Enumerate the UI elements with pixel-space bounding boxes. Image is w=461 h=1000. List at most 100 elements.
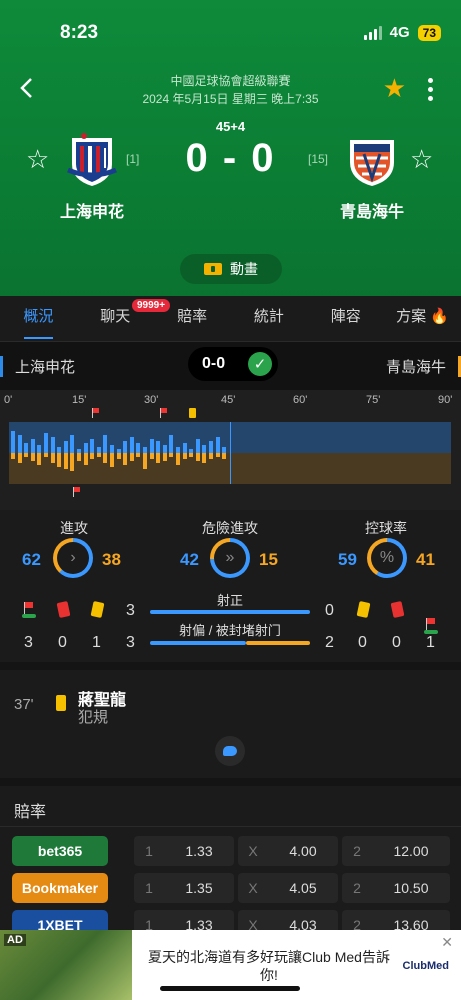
tab-stats[interactable]: 統計 xyxy=(230,296,307,341)
away-rank: [15] xyxy=(308,152,329,166)
away-on-target: 0 xyxy=(325,602,334,619)
momentum-bar-away xyxy=(96,453,101,457)
home-team-name[interactable]: 上海申花 xyxy=(32,198,152,222)
corner-flag-icon xyxy=(73,487,81,497)
possession-ring: % xyxy=(367,538,407,578)
chat-count-badge: 9999+ xyxy=(132,299,171,312)
timeline-tick: 90' xyxy=(438,394,453,406)
strip-away-team: 青島海牛 xyxy=(386,356,461,377)
ad-brand-logo: ClubMed xyxy=(402,960,449,972)
momentum-bar-away xyxy=(24,453,29,457)
momentum-bar-away xyxy=(116,453,121,459)
momentum-graph xyxy=(9,422,451,484)
momentum-bar-away xyxy=(30,453,35,461)
animation-button[interactable]: 動畫 xyxy=(180,254,282,284)
stat-possession-home: 59 xyxy=(338,550,357,569)
yellow-card-icon xyxy=(90,601,105,618)
yellow-card-icon xyxy=(56,695,66,711)
momentum-bar-home xyxy=(110,445,114,453)
momentum-bar-away xyxy=(182,453,187,459)
momentum-bar-home xyxy=(103,435,108,453)
tab-lineup[interactable]: 陣容 xyxy=(307,296,384,341)
status-indicators: 4G 73 xyxy=(363,24,441,41)
home-indicator[interactable] xyxy=(160,986,300,991)
momentum-bar-home xyxy=(202,445,207,453)
strip-score-pill: 0-0 ✓ xyxy=(188,347,278,381)
odds-draw-cell[interactable]: X 4.05 xyxy=(238,873,338,903)
momentum-bar-away xyxy=(149,453,154,459)
momentum-bar-away xyxy=(83,453,88,465)
event-list: 37' 蔣聖龍 犯規 xyxy=(0,670,461,778)
timeline-tick: 75' xyxy=(366,394,381,406)
momentum-bar-away xyxy=(143,453,147,469)
momentum-bar-away xyxy=(63,453,68,469)
corner-flag-icon xyxy=(160,408,168,418)
stat-danger-away: 15 xyxy=(259,550,278,569)
bookmaker-logo[interactable]: bet365 xyxy=(12,836,108,866)
more-icon[interactable] xyxy=(428,78,433,101)
odds-home-cell[interactable]: 1 1.33 xyxy=(134,836,234,866)
momentum-bar-home xyxy=(24,443,29,453)
on-target-bar xyxy=(150,610,310,614)
stat-attack-home: 62 xyxy=(22,550,41,569)
off-target-bar-home xyxy=(150,641,246,645)
odds-away-cell[interactable]: 2 10.50 xyxy=(342,873,450,903)
momentum-bar-home xyxy=(83,443,88,453)
momentum-bar-away xyxy=(169,453,174,457)
chevron-right-icon: › xyxy=(57,542,89,574)
home-corners: 3 xyxy=(24,634,33,651)
attack-ring: › xyxy=(53,538,93,578)
odds-title: 賠率 xyxy=(14,804,47,821)
away-follow-star-icon[interactable]: ☆ xyxy=(410,146,433,172)
momentum-bar-away xyxy=(156,453,161,463)
close-icon[interactable]: ✕ xyxy=(441,934,453,951)
stat-possession-label: 控球率 xyxy=(365,520,407,536)
momentum-bar-away xyxy=(77,453,81,461)
yellow-card-icon xyxy=(356,601,371,618)
momentum-bar-away xyxy=(44,453,48,457)
animation-label: 動畫 xyxy=(230,261,258,277)
odds-away-cell[interactable]: 2 12.00 xyxy=(342,836,450,866)
off-target-label: 射偏 / 被封堵射门 xyxy=(179,623,281,638)
momentum-bar-home xyxy=(50,437,55,453)
away-yellow-cards: 0 xyxy=(358,634,367,651)
battery-icon: 73 xyxy=(417,24,441,41)
red-card-icon xyxy=(390,601,405,618)
away-crest[interactable] xyxy=(344,130,400,188)
bookmaker-logo[interactable]: Bookmaker xyxy=(12,873,108,903)
momentum-bar-home xyxy=(37,445,42,453)
timeline-tick: 45' xyxy=(221,394,236,406)
momentum-bar-home xyxy=(149,439,154,453)
odds-draw-cell[interactable]: X 4.00 xyxy=(238,836,338,866)
momentum-bar-home xyxy=(209,441,213,453)
tab-overview[interactable]: 概況 xyxy=(0,296,77,341)
momentum-bar-home xyxy=(70,435,75,453)
event-minute: 37' xyxy=(14,696,34,713)
momentum-bar-away xyxy=(189,453,194,457)
favorite-star-icon[interactable]: ★ xyxy=(383,75,406,101)
momentum-bar-away xyxy=(50,453,55,463)
ad-text[interactable]: 夏天的北海道有多好玩讓Club Med告訴你! xyxy=(144,948,394,984)
momentum-bar-home xyxy=(169,435,174,453)
odds-home-cell[interactable]: 1 1.35 xyxy=(134,873,234,903)
strip-home-team: 上海申花 xyxy=(0,356,75,377)
stat-danger-home: 42 xyxy=(180,550,199,569)
match-tabs: 概況 聊天 賠率 統計 陣容 方案 🔥 xyxy=(0,296,461,342)
network-label: 4G xyxy=(389,24,410,41)
momentum-bar-home xyxy=(215,437,220,453)
momentum-bar-away xyxy=(17,453,22,463)
momentum-bar-away xyxy=(11,453,15,459)
momentum-bar-away xyxy=(136,453,141,457)
away-corners: 1 xyxy=(426,634,435,651)
corner-flag-icon xyxy=(424,618,438,634)
on-target-label: 射正 xyxy=(216,593,243,608)
tab-plans[interactable]: 方案 🔥 xyxy=(384,296,461,341)
momentum-bar-home xyxy=(44,433,48,453)
momentum-bar-home xyxy=(182,443,187,453)
tab-plans-label: 方案 xyxy=(396,308,427,325)
timeline-tick: 15' xyxy=(72,394,87,406)
percent-icon: % xyxy=(371,542,403,574)
momentum-bar-away xyxy=(209,453,213,459)
strip-score: 0-0 xyxy=(202,355,226,372)
away-team-name[interactable]: 青島海牛 xyxy=(312,198,432,222)
